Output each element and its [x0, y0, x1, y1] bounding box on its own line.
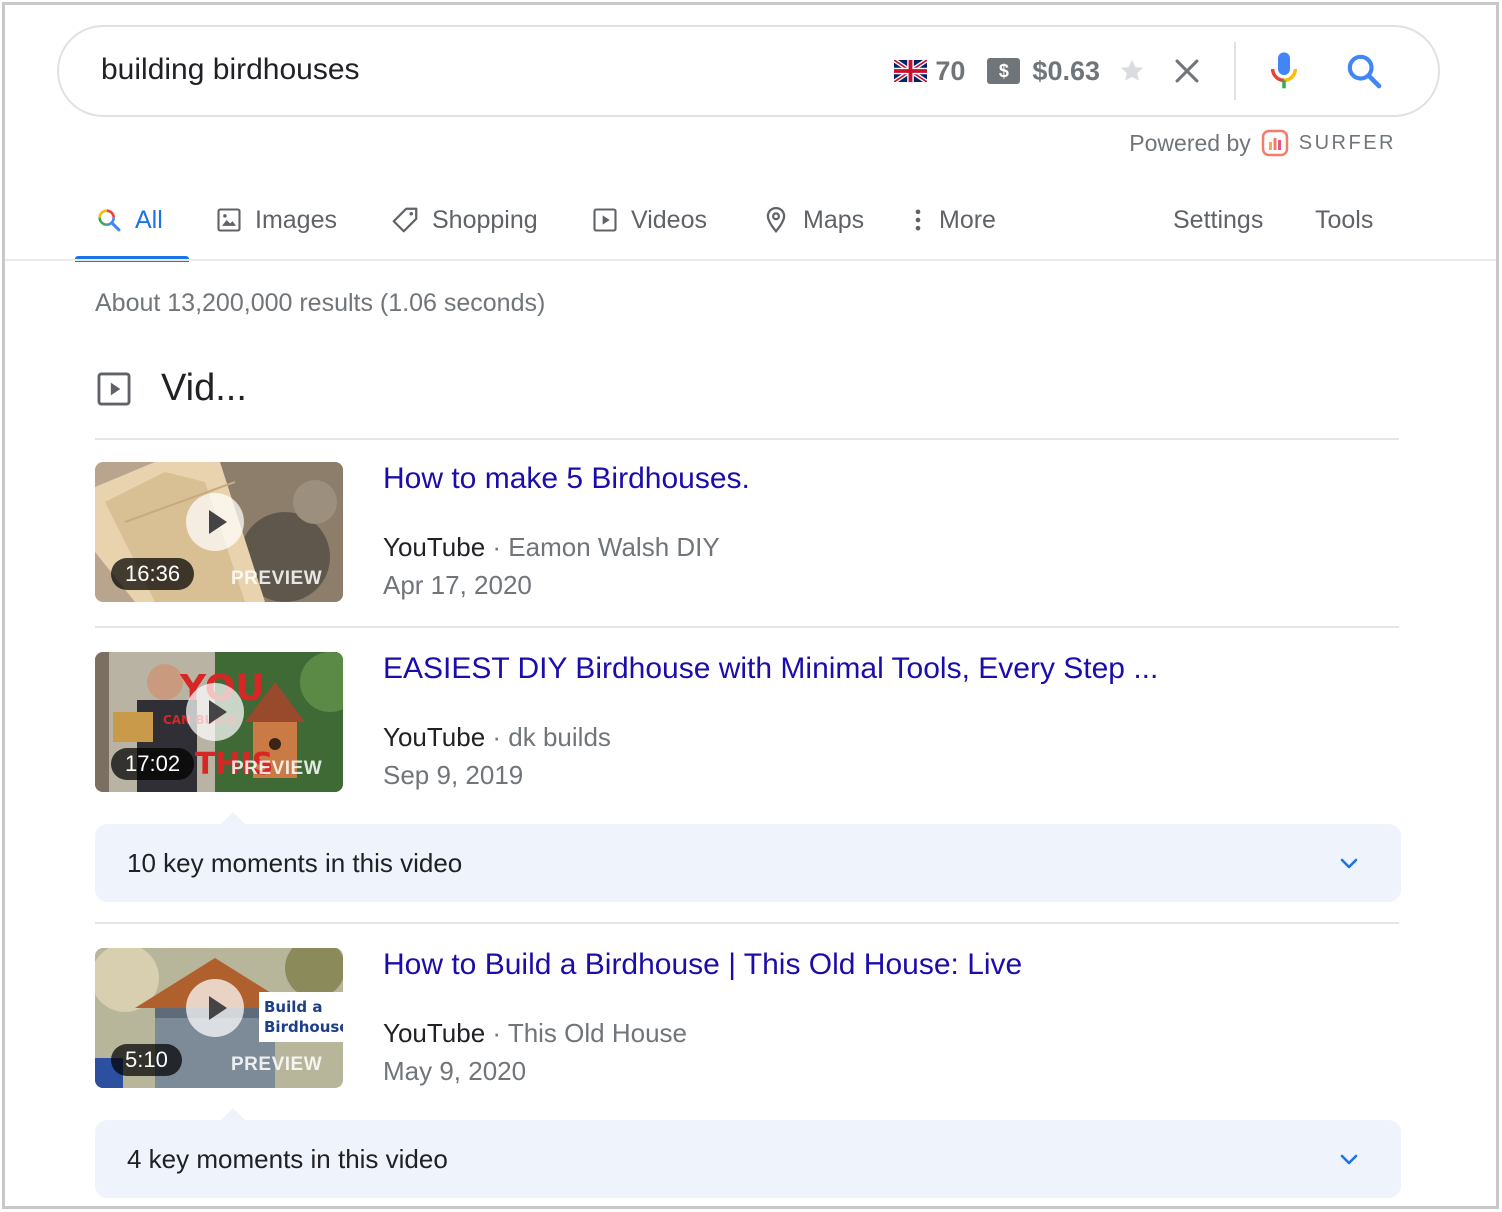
- tools-label: Tools: [1315, 205, 1374, 234]
- more-vertical-icon: [915, 209, 921, 231]
- surfer-logo-icon: [1261, 129, 1289, 157]
- search-icon: [98, 209, 121, 232]
- settings-link[interactable]: Settings: [1173, 183, 1263, 257]
- keyword-cpc: $0.63: [1032, 55, 1100, 86]
- video-channel: Eamon Walsh DIY: [508, 532, 720, 562]
- keyword-volume: 70: [935, 55, 966, 86]
- video-title-link[interactable]: How to Build a Birdhouse | This Old Hous…: [383, 948, 1022, 982]
- tab-shopping[interactable]: Shopping: [390, 183, 538, 257]
- video-duration: 17:02: [111, 748, 195, 780]
- star-icon[interactable]: [1118, 57, 1146, 85]
- tab-maps[interactable]: Maps: [761, 183, 864, 257]
- video-thumbnail[interactable]: YOU CAN BUILD THIS 17:02 PREVIEW: [95, 652, 343, 792]
- tab-more[interactable]: More: [909, 183, 996, 257]
- settings-label: Settings: [1173, 205, 1264, 234]
- key-moments-expander[interactable]: 10 key moments in this video: [95, 812, 1401, 902]
- tab-all[interactable]: All: [95, 183, 163, 257]
- tab-label: More: [939, 205, 996, 234]
- browser-frame: building birdhouses 70 $ $0.63 Powered b…: [2, 2, 1499, 1209]
- thumbnail-text-build: Build a: [264, 998, 322, 1016]
- divider: [95, 922, 1399, 924]
- play-icon: [186, 683, 244, 741]
- tab-label: Videos: [631, 205, 707, 234]
- tabs-divider: [5, 259, 1496, 261]
- search-tabs: All Images Shopping Videos Maps More Set…: [5, 183, 1496, 263]
- preview-label: PREVIEW: [231, 1054, 323, 1075]
- key-moments-pointer: [221, 812, 245, 824]
- video-result: Build a Birdhouse 5:10 PREVIEW How to Bu…: [95, 948, 1399, 1090]
- search-divider: [1234, 42, 1236, 100]
- video-thumbnail[interactable]: 16:36 PREVIEW: [95, 462, 343, 602]
- tools-link[interactable]: Tools: [1315, 183, 1373, 257]
- search-box[interactable]: building birdhouses 70 $ $0.63: [57, 25, 1440, 117]
- video-source: YouTube · Eamon Walsh DIY: [383, 532, 720, 563]
- tab-label: All: [135, 205, 163, 234]
- video-result: 16:36 PREVIEW How to make 5 Birdhouses. …: [95, 462, 1399, 604]
- close-icon[interactable]: [1170, 54, 1204, 88]
- result-stats: About 13,200,000 results (1.06 seconds): [95, 289, 546, 317]
- play-icon: [186, 979, 244, 1037]
- video-title-link[interactable]: How to make 5 Birdhouses.: [383, 462, 750, 496]
- search-input[interactable]: building birdhouses: [101, 53, 360, 87]
- thumbnail-text-birdhouse: Birdhouse: [264, 1018, 343, 1036]
- video-icon: [593, 208, 617, 232]
- video-date: Sep 9, 2019: [383, 760, 524, 790]
- search-icon[interactable]: [1344, 51, 1384, 91]
- dollar-icon: $: [987, 58, 1021, 84]
- image-icon: [217, 208, 241, 232]
- key-moments-label: 4 key moments in this video: [127, 1144, 448, 1174]
- preview-label: PREVIEW: [231, 568, 323, 589]
- video-site: YouTube: [383, 532, 486, 562]
- video-site: YouTube: [383, 722, 486, 752]
- tab-images[interactable]: Images: [215, 183, 337, 257]
- divider: [95, 626, 1399, 628]
- video-thumbnail[interactable]: Build a Birdhouse 5:10 PREVIEW: [95, 948, 343, 1088]
- videos-section-title: Vid...: [161, 367, 247, 409]
- video-duration: 16:36: [111, 558, 195, 590]
- search-box-actions: 70 $ $0.63: [894, 27, 1438, 115]
- source-separator: ·: [485, 722, 509, 752]
- key-moments-expander[interactable]: 4 key moments in this video: [95, 1108, 1401, 1198]
- divider: [95, 438, 1399, 440]
- video-result: YOU CAN BUILD THIS 17:02 PREVIEW EASIEST…: [95, 652, 1399, 794]
- play-icon: [186, 493, 244, 551]
- video-duration: 5:10: [111, 1044, 182, 1076]
- powered-by-surfer[interactable]: Powered by SURFER: [1129, 129, 1396, 157]
- videos-section-header: Vid...: [95, 367, 247, 410]
- tab-label: Shopping: [432, 205, 538, 234]
- chevron-down-icon: [1340, 1154, 1358, 1165]
- tag-icon: [392, 207, 418, 233]
- tab-label: Maps: [803, 205, 865, 234]
- map-pin-icon: [766, 206, 786, 233]
- video-icon: [97, 372, 131, 405]
- video-date: Apr 17, 2020: [383, 570, 532, 600]
- microphone-icon[interactable]: [1268, 51, 1300, 91]
- video-source: YouTube · This Old House: [383, 1018, 687, 1049]
- tab-label: Images: [255, 205, 337, 234]
- video-channel: dk builds: [508, 722, 611, 752]
- surfer-brand: SURFER: [1298, 131, 1396, 154]
- video-source: YouTube · dk builds: [383, 722, 611, 753]
- key-moments-label: 10 key moments in this video: [127, 848, 463, 878]
- video-site: YouTube: [383, 1018, 486, 1048]
- chevron-down-icon: [1340, 858, 1358, 869]
- uk-flag-icon: [894, 60, 928, 82]
- video-channel: This Old House: [507, 1018, 687, 1048]
- key-moments-pointer: [221, 1108, 245, 1120]
- powered-by-label: Powered by: [1129, 129, 1251, 156]
- video-title-link[interactable]: EASIEST DIY Birdhouse with Minimal Tools…: [383, 652, 1158, 686]
- tab-videos[interactable]: Videos: [591, 183, 707, 257]
- source-separator: ·: [485, 532, 509, 562]
- preview-label: PREVIEW: [231, 758, 323, 779]
- video-date: May 9, 2020: [383, 1056, 527, 1086]
- source-separator: ·: [485, 1018, 508, 1048]
